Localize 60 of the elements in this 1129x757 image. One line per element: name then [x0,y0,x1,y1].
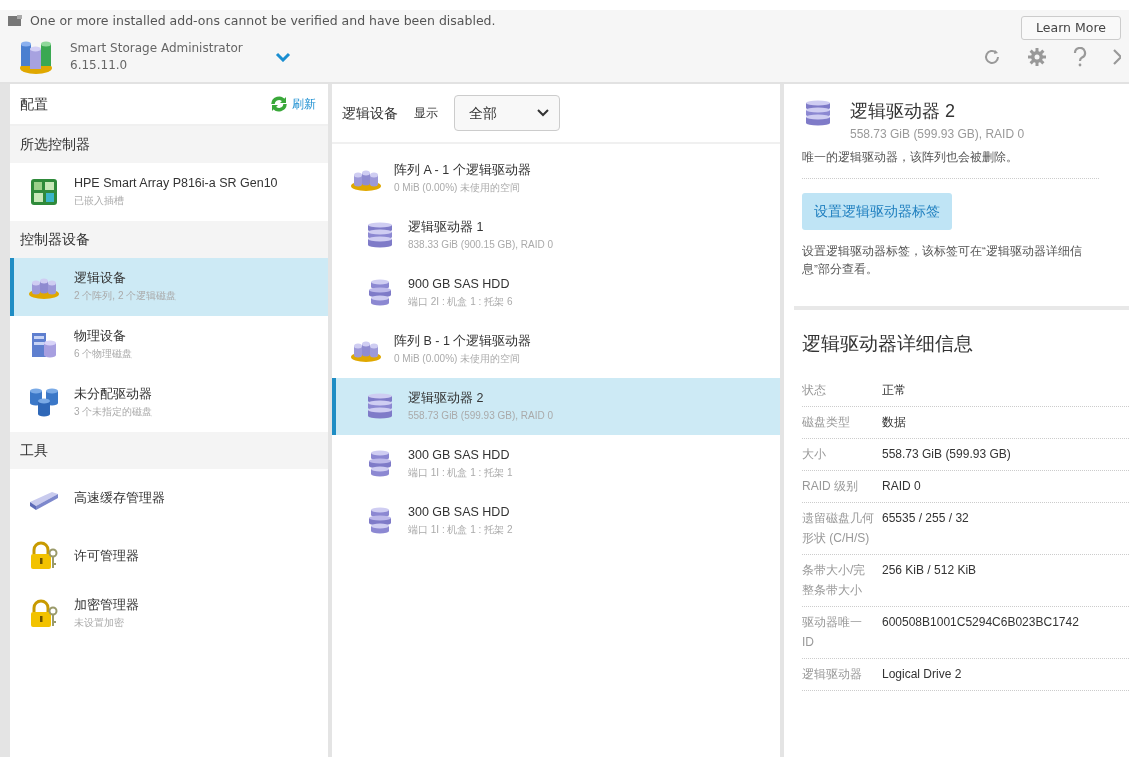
action-description: 设置逻辑驱动器标签，该标签可在“逻辑驱动器详细信息”部分查看。 [802,244,1083,278]
device-list-item[interactable]: 阵列 B - 1 个逻辑驱动器 0 MiB (0.00%) 未使用的空间 [332,321,780,378]
chevron-down-icon [537,109,549,117]
field-value: 558.73 GiB (599.93 GB) [882,445,1011,463]
field-label: 条带大小/完整条带大小 [802,561,867,599]
sidebar-item[interactable]: HPE Smart Array P816i-a SR Gen10 已嵌入插槽 [10,163,328,221]
sidebar-item[interactable]: 加密管理器 未设置加密 [10,585,328,643]
circuit-board-icon [28,176,60,208]
device-list-item[interactable]: 阵列 A - 1 个逻辑驱动器 0 MiB (0.00%) 未使用的空间 [332,150,780,207]
padlock-keys-icon [28,540,60,572]
field-label: 逻辑驱动器 [802,665,863,683]
addon-icon [8,15,22,27]
field-label: 磁盘类型 [802,413,851,431]
detail-note: 唯一的逻辑驱动器，该阵列也会被删除。 [802,149,1099,180]
field-label: 驱动器唯一 ID [802,613,863,651]
sidebar-item[interactable]: 许可管理器 [10,527,328,585]
field-value: 数据 [882,413,906,431]
field-value: 65535 / 255 / 32 [882,509,969,527]
section-heading: 控制器设备 [10,221,328,258]
field-value: 256 KiB / 512 KiB [882,561,977,579]
app-version: 6.15.11.0 [70,57,129,74]
panel-title: 逻辑设备 [342,103,398,123]
addon-warning-text: One or more installed add-ons cannot be verified and have been disabled. [30,11,496,30]
field-value: 600508B1001C5294C6B023BC1742 [882,613,1079,631]
field-label: 遗留磁盘几何形状 (C/H/S) [802,509,874,547]
field-label: 状态 [802,381,827,399]
detail-title: 逻辑驱动器 2 [850,100,956,123]
learn-more-button[interactable]: Learn More [1021,15,1121,41]
section-title: 逻辑驱动器详细信息 [802,332,974,357]
device-list-item[interactable]: 逻辑驱动器 2 558.73 GiB (599.93 GB), RAID 0 [332,378,780,435]
section-heading: 工具 [10,432,328,469]
settings-icon[interactable] [1027,47,1047,67]
cylinders-icon [28,387,60,419]
chevron-down-icon[interactable] [274,52,291,62]
device-list-item[interactable]: 逻辑驱动器 1 838.33 GiB (900.15 GB), RAID 0 [332,207,780,264]
device-list-item[interactable]: 300 GB SAS HDD 端口 1I : 机盒 1 : 托架 2 [332,492,780,549]
field-value: 正常 [882,381,906,399]
padlock-keys-icon [28,598,60,630]
filter-dropdown[interactable]: 全部 [454,95,560,131]
chevron-right-icon[interactable] [1113,47,1121,67]
field-value: RAID 0 [882,477,921,495]
section-heading: 所选控制器 [10,126,328,163]
sidebar-item[interactable]: 未分配驱动器 3 个未指定的磁盘 [10,374,328,432]
field-label: 大小 [802,445,827,463]
refresh-icon[interactable] [983,48,1001,66]
field-label: RAID 级别 [802,477,859,495]
sidebar-item[interactable]: 逻辑设备 2 个阵列, 2 个逻辑磁盘 [10,258,328,316]
sidebar-item[interactable]: 高速缓存管理器 [10,469,328,527]
refresh-icon [270,96,288,112]
sidebar-item[interactable]: 物理设备 6 个物理磁盘 [10,316,328,374]
refresh-link[interactable]: 刷新 [270,95,316,113]
filter-label: 显示 [414,105,438,122]
device-list-item[interactable]: 300 GB SAS HDD 端口 1I : 机盒 1 : 托架 1 [332,435,780,492]
detail-subtitle: 558.73 GiB (599.93 GB), RAID 0 [850,126,1025,143]
panel-title: 配置 [20,94,48,114]
help-icon[interactable] [1073,47,1087,67]
app-name: Smart Storage Administrator [70,40,243,57]
storage-cylinders-logo-icon [18,39,54,75]
device-list-item[interactable]: 900 GB SAS HDD 端口 2I : 机盒 1 : 托架 6 [332,264,780,321]
field-value: Logical Drive 2 [882,665,962,683]
